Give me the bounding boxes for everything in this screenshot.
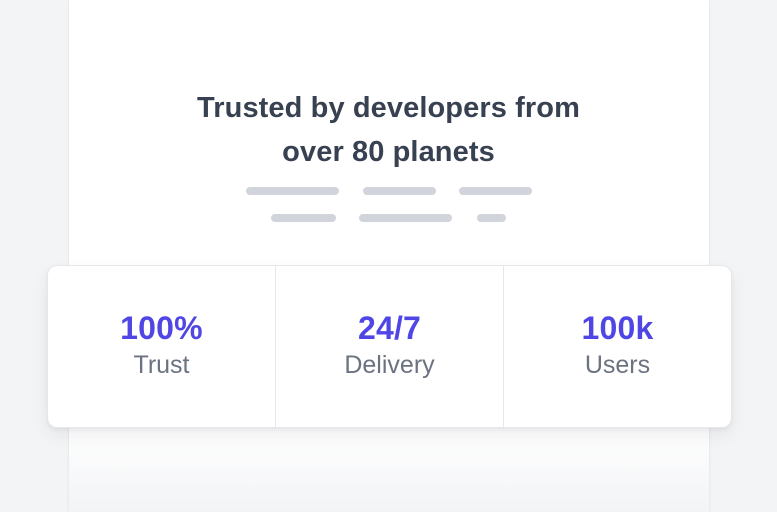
stat-trust: 100% Trust <box>48 266 275 427</box>
stat-value: 24/7 <box>357 310 422 346</box>
stat-value: 100% <box>120 310 203 346</box>
page: Trusted by developers from over 80 plane… <box>0 0 777 512</box>
stat-value: 100k <box>581 310 654 346</box>
title-line-2: over 80 planets <box>282 136 495 168</box>
testimonial-section <box>69 0 709 512</box>
title-line-1: Trusted by developers from <box>197 92 580 124</box>
page-title: Trusted by developers from over 80 plane… <box>0 86 777 174</box>
stat-label: Delivery <box>344 351 435 379</box>
stat-label: Trust <box>133 351 190 379</box>
section-bottom-fade <box>69 422 709 512</box>
stats-card: 100% Trust 24/7 Delivery 100k Users <box>47 265 732 428</box>
stat-label: Users <box>584 351 651 379</box>
stat-users: 100k Users <box>503 266 731 427</box>
stat-delivery: 24/7 Delivery <box>275 266 503 427</box>
